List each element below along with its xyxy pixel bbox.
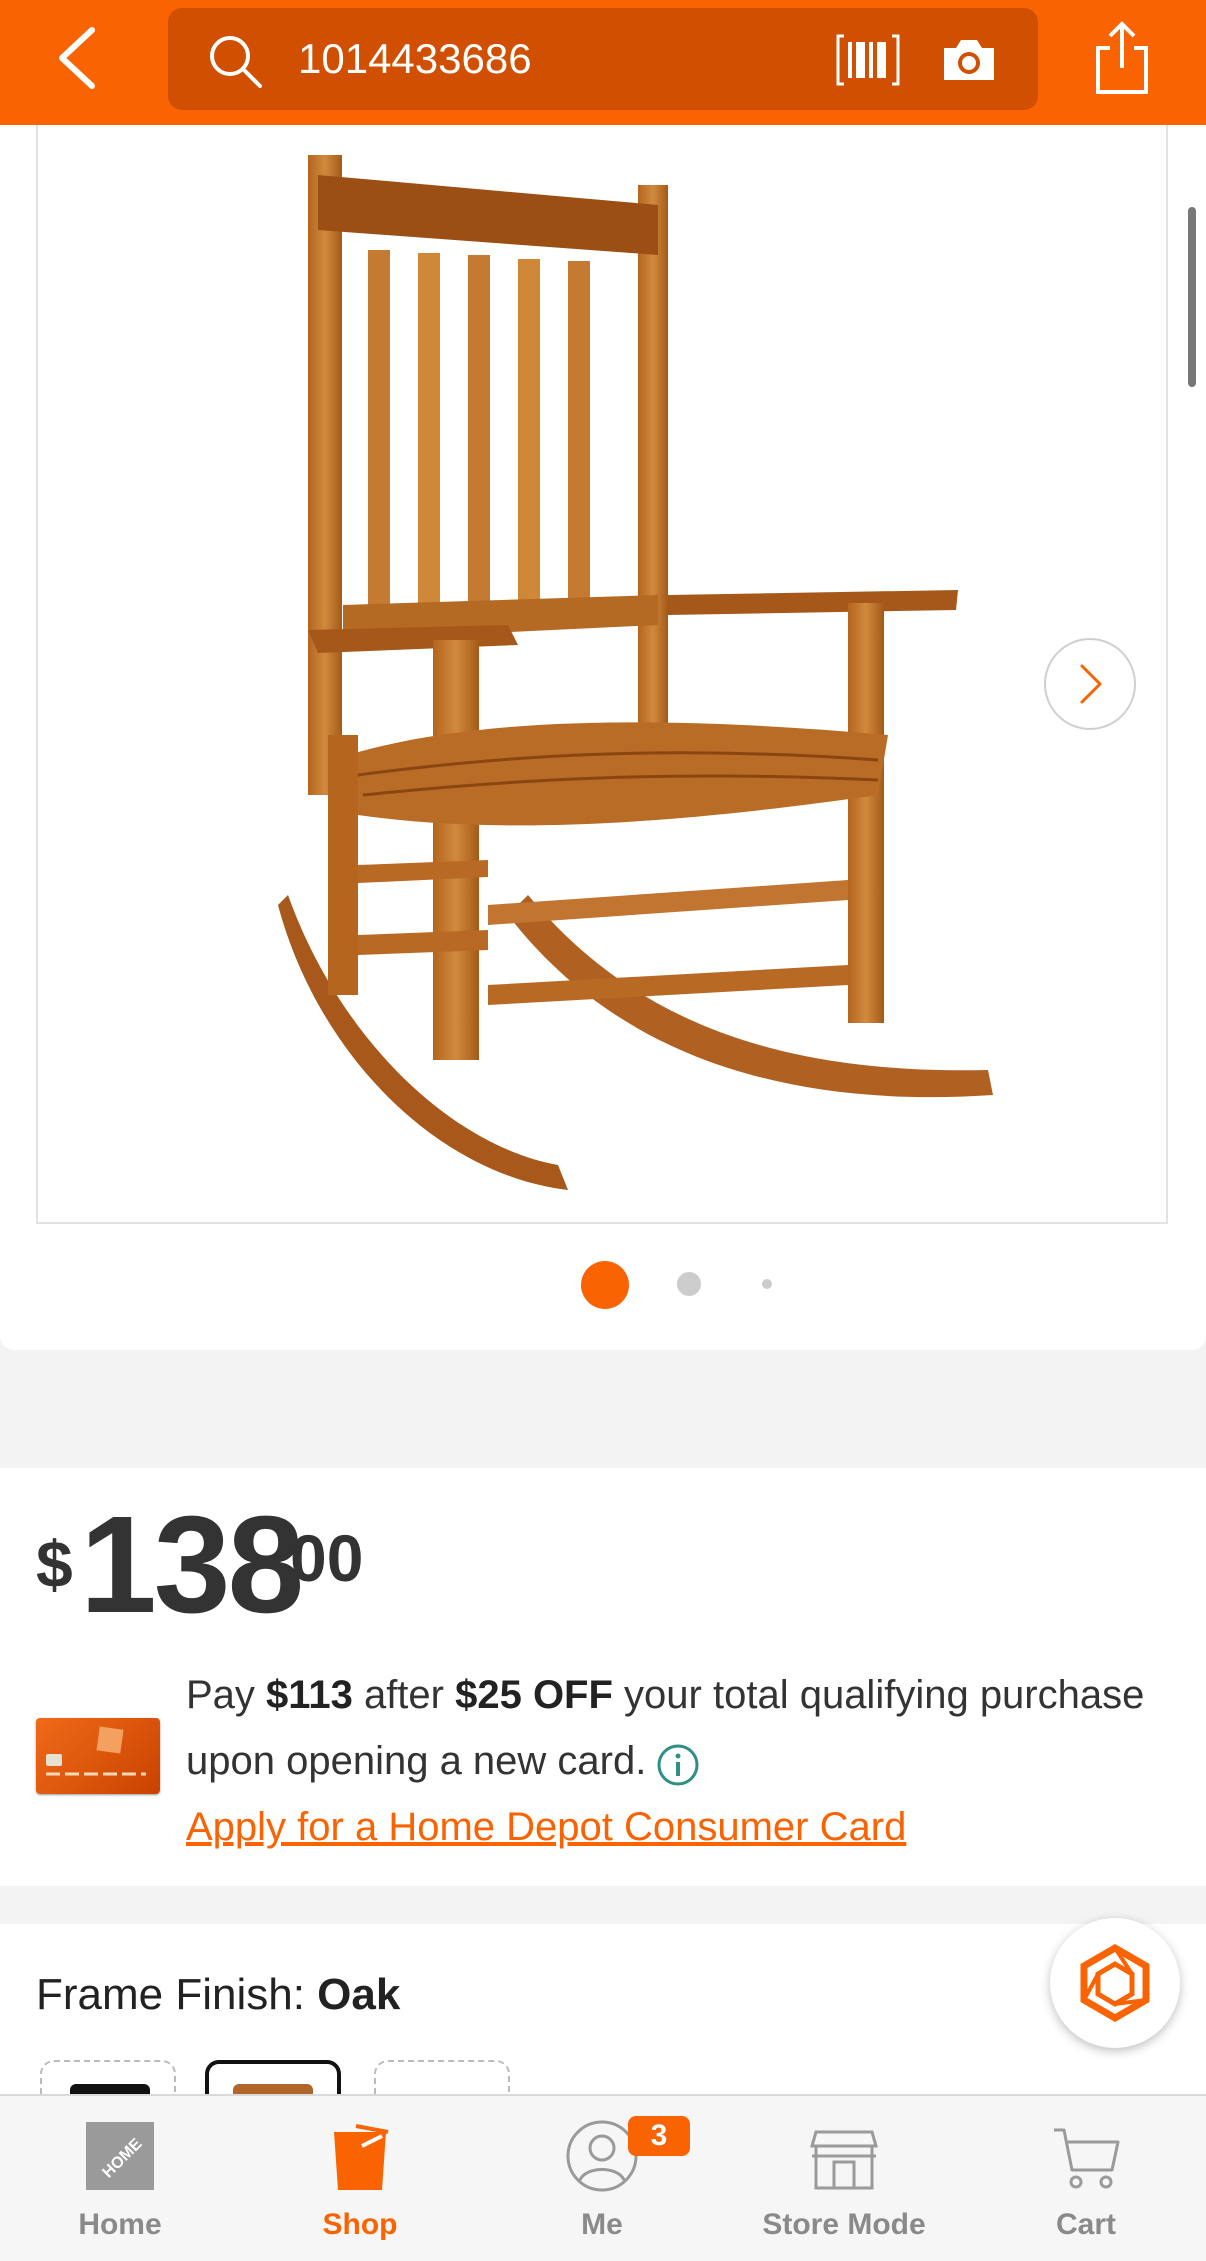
finish-swatch-black[interactable] [40, 2060, 176, 2094]
camera-icon[interactable] [940, 36, 998, 84]
assistant-button[interactable] [1050, 1918, 1180, 2048]
price-cents: 00 [290, 1521, 364, 1595]
price-section: $ 138 00 Pay $113 after $25 OFF your tot… [0, 1468, 1206, 1886]
nav-cart[interactable]: Cart [966, 2096, 1206, 2261]
rocking-chair-image [278, 155, 993, 1190]
bottom-navigation: HOME Home Shop Me 3 Store Mode Cart [0, 2094, 1206, 2261]
search-bar[interactable]: 1014433686 [168, 8, 1038, 110]
frame-finish-section: Frame Finish: Oak [0, 1924, 1206, 2094]
apply-card-link[interactable]: Apply for a Home Depot Consumer Card [186, 1805, 906, 1849]
nav-home[interactable]: HOME Home [0, 2096, 240, 2261]
promo-amount: $113 [266, 1673, 353, 1717]
finish-swatch-white[interactable] [374, 2060, 510, 2094]
share-icon[interactable] [1092, 20, 1152, 96]
promo-text: after [352, 1673, 456, 1717]
top-bar: 1014433686 [0, 0, 1206, 125]
search-icon [206, 32, 264, 90]
finish-label-text: Frame Finish: [36, 1970, 318, 2019]
pagination-dot[interactable] [762, 1279, 772, 1289]
cart-icon [1048, 2118, 1124, 2194]
credit-card-image [36, 1718, 160, 1794]
nav-cart-label: Cart [1055, 2208, 1116, 2241]
next-image-button[interactable] [1044, 638, 1136, 730]
nav-home-label: Home [78, 2208, 162, 2241]
search-input[interactable]: 1014433686 [298, 8, 532, 110]
pagination-dot-active[interactable] [581, 1261, 629, 1309]
price-dollars: 138 [80, 1488, 304, 1642]
finish-swatch-oak-selected[interactable] [205, 2060, 341, 2094]
card-promo-text: Pay $113 after $25 OFF your total qualif… [186, 1662, 1166, 1860]
home-depot-logo-icon: HOME [82, 2118, 158, 2194]
me-notification-badge: 3 [628, 2116, 690, 2156]
product-image-card [0, 125, 1206, 1350]
nav-shop-label: Shop [322, 2208, 398, 2241]
promo-text: Pay [186, 1673, 267, 1717]
shop-bucket-icon [322, 2118, 398, 2194]
nav-me-label: Me [581, 2208, 623, 2241]
image-pagination [0, 1260, 1206, 1310]
store-icon [806, 2118, 882, 2194]
info-icon[interactable] [656, 1741, 700, 1786]
finish-value: Oak [317, 1970, 401, 2019]
nav-store-mode[interactable]: Store Mode [724, 2096, 964, 2261]
price-currency: $ [36, 1527, 73, 1601]
nav-store-mode-label: Store Mode [762, 2208, 926, 2241]
product-image[interactable] [36, 125, 1168, 1224]
pagination-dot[interactable] [677, 1272, 701, 1296]
scrollbar[interactable] [1188, 207, 1196, 387]
promo-discount: $25 OFF [455, 1673, 613, 1717]
nav-shop[interactable]: Shop [240, 2096, 480, 2261]
back-arrow-icon[interactable] [50, 22, 110, 94]
barcode-icon[interactable] [836, 34, 900, 86]
finish-label: Frame Finish: Oak [36, 1970, 400, 2020]
